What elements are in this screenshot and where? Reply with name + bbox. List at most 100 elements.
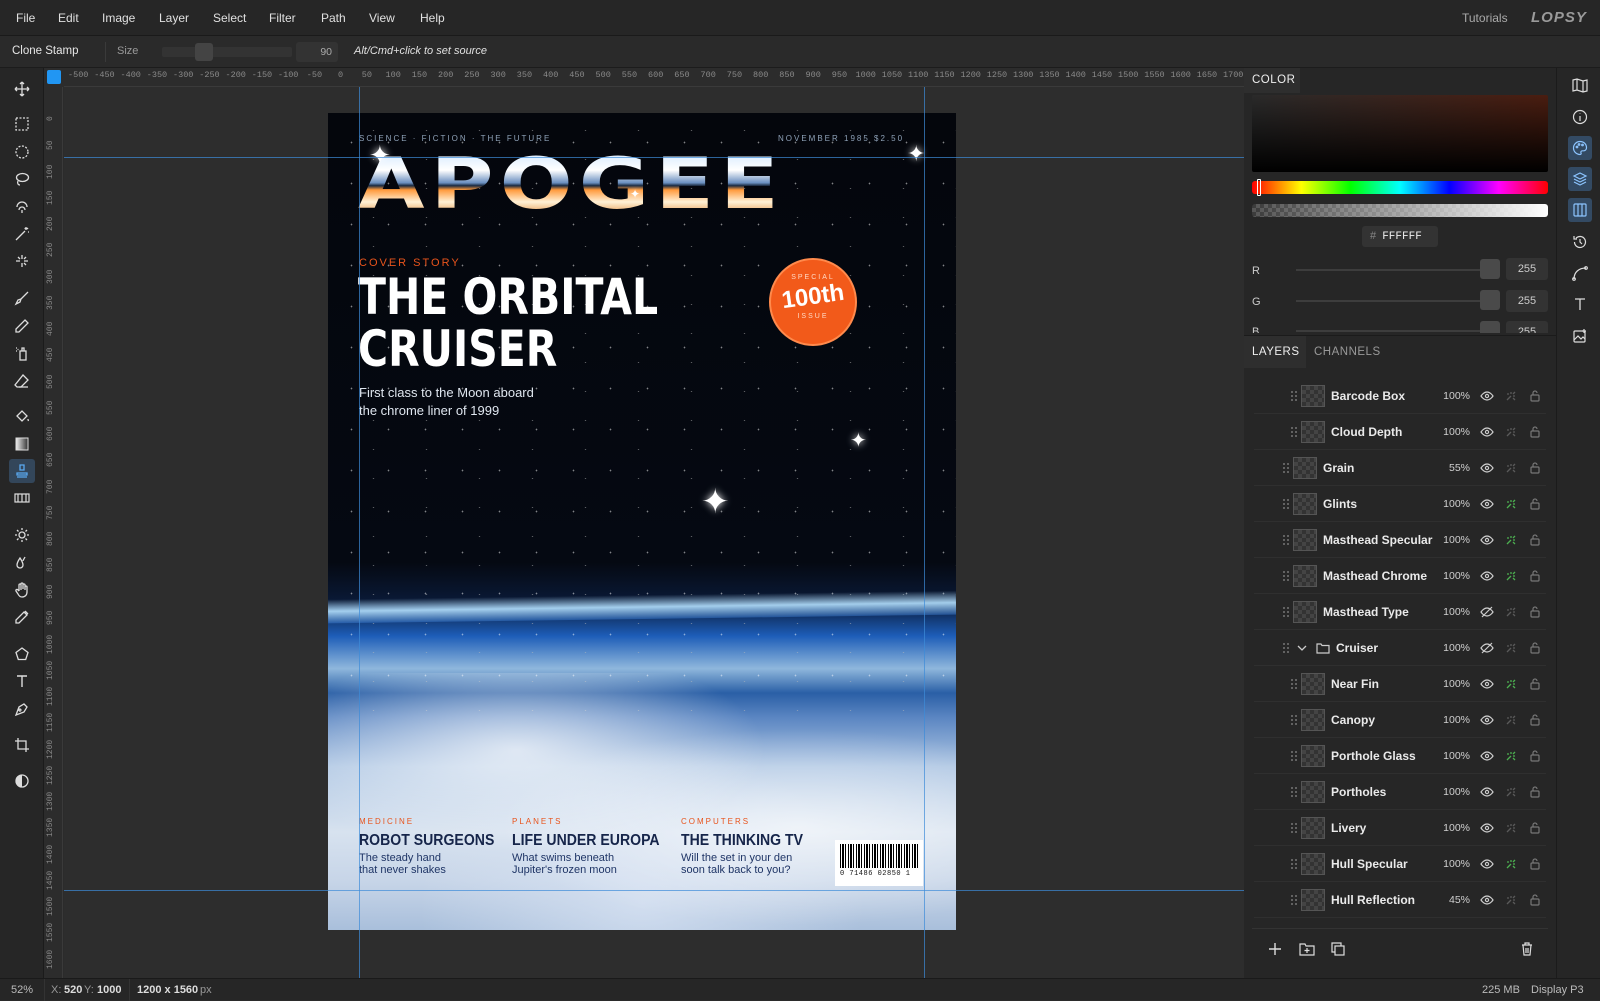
spray-tool[interactable]	[9, 341, 35, 365]
ellipse-select-tool[interactable]	[9, 140, 35, 164]
layer-row[interactable]: Hull Specular 100%	[1254, 846, 1546, 882]
menu-layer[interactable]: Layer	[159, 11, 189, 25]
layer-opacity[interactable]: 100%	[1438, 498, 1470, 510]
layers-panel-button[interactable]	[1568, 167, 1592, 191]
info-panel-button[interactable]	[1568, 105, 1592, 129]
layer-opacity[interactable]: 100%	[1438, 534, 1470, 546]
magic-wand-tool[interactable]	[9, 222, 35, 246]
g-value[interactable]: 255	[1506, 290, 1548, 312]
quick-select-tool[interactable]	[9, 195, 35, 219]
duplicate-layer-button[interactable]	[1331, 942, 1345, 959]
add-layer-button[interactable]	[1268, 942, 1282, 959]
layer-row[interactable]: Barcode Box 100%	[1254, 378, 1546, 414]
drag-handle-icon[interactable]	[1279, 533, 1293, 547]
menu-filter[interactable]: Filter	[269, 11, 296, 25]
hue-slider[interactable]	[1252, 181, 1548, 194]
document-canvas[interactable]: SCIENCE · FICTION · THE FUTURE NOVEMBER …	[328, 113, 956, 930]
b-slider-knob[interactable]	[1480, 321, 1500, 333]
drag-handle-icon[interactable]	[1279, 569, 1293, 583]
channels-panel-button[interactable]	[1568, 198, 1592, 222]
pen-tool[interactable]	[9, 697, 35, 721]
size-value-field[interactable]: 90	[296, 42, 338, 62]
drag-handle-icon[interactable]	[1287, 857, 1301, 871]
drag-handle-icon[interactable]	[1279, 641, 1293, 655]
menu-select[interactable]: Select	[213, 11, 246, 25]
menu-help[interactable]: Help	[420, 11, 445, 25]
tab-layers[interactable]: LAYERS	[1244, 336, 1306, 368]
r-slider[interactable]	[1296, 269, 1488, 271]
eraser-tool[interactable]	[9, 369, 35, 393]
drag-handle-icon[interactable]	[1279, 461, 1293, 475]
layer-opacity[interactable]: 100%	[1438, 822, 1470, 834]
layer-row[interactable]: Porthole Glass 100%	[1254, 738, 1546, 774]
image-adjust-panel-button[interactable]	[1568, 324, 1592, 348]
text-tool[interactable]	[9, 669, 35, 693]
g-slider-knob[interactable]	[1480, 290, 1500, 310]
tutorials-link[interactable]: Tutorials	[1462, 11, 1508, 25]
add-group-button[interactable]	[1299, 942, 1315, 959]
layer-opacity[interactable]: 55%	[1438, 462, 1470, 474]
menu-image[interactable]: Image	[102, 11, 135, 25]
object-select-tool[interactable]	[9, 249, 35, 273]
layer-row[interactable]: Glints 100%	[1254, 486, 1546, 522]
layer-opacity[interactable]: 100%	[1438, 390, 1470, 402]
drag-handle-icon[interactable]	[1287, 389, 1301, 403]
crop-tool[interactable]	[9, 733, 35, 757]
guide-vertical[interactable]	[924, 87, 925, 978]
move-tool[interactable]	[9, 77, 35, 101]
layer-opacity[interactable]: 100%	[1438, 750, 1470, 762]
alpha-slider[interactable]	[1252, 204, 1548, 217]
dodge-tool[interactable]	[9, 523, 35, 547]
guide-horizontal[interactable]	[64, 890, 1244, 891]
layer-row[interactable]: Portholes 100%	[1254, 774, 1546, 810]
tab-channels[interactable]: CHANNELS	[1306, 336, 1386, 368]
layer-opacity[interactable]: 100%	[1438, 570, 1470, 582]
layer-row[interactable]: Hull Reflection 45%	[1254, 882, 1546, 918]
drag-handle-icon[interactable]	[1287, 425, 1301, 439]
lasso-tool[interactable]	[9, 167, 35, 191]
layer-opacity[interactable]: 100%	[1438, 858, 1470, 870]
layer-row[interactable]: Masthead Specular 100%	[1254, 522, 1546, 558]
layer-opacity[interactable]: 100%	[1438, 426, 1470, 438]
b-value[interactable]: 255	[1506, 321, 1548, 333]
eyedropper-tool[interactable]	[9, 605, 35, 629]
size-slider[interactable]	[162, 47, 292, 57]
pattern-stamp-tool[interactable]	[9, 486, 35, 510]
drag-handle-icon[interactable]	[1287, 677, 1301, 691]
layer-opacity[interactable]: 100%	[1438, 678, 1470, 690]
clone-stamp-tool[interactable]	[9, 459, 35, 483]
gradient-tool[interactable]	[9, 432, 35, 456]
tab-color[interactable]: COLOR	[1244, 68, 1300, 93]
shape-tool[interactable]	[9, 642, 35, 666]
drag-handle-icon[interactable]	[1287, 821, 1301, 835]
hue-slider-handle[interactable]	[1257, 179, 1261, 196]
navigator-panel-button[interactable]	[1568, 73, 1592, 97]
layer-row[interactable]: Grain 55%	[1254, 450, 1546, 486]
contrast-tool[interactable]	[9, 769, 35, 793]
size-slider-knob[interactable]	[195, 43, 213, 61]
menu-view[interactable]: View	[369, 11, 395, 25]
layer-row[interactable]: Cloud Depth 100%	[1254, 414, 1546, 450]
layer-row[interactable]: Livery 100%	[1254, 810, 1546, 846]
pencil-tool[interactable]	[9, 314, 35, 338]
drag-handle-icon[interactable]	[1287, 785, 1301, 799]
smudge-tool[interactable]	[9, 578, 35, 602]
foreground-color-swatch[interactable]	[47, 70, 61, 84]
g-slider[interactable]	[1296, 300, 1488, 302]
brush-tool[interactable]	[9, 286, 35, 310]
layer-row[interactable]: Cruiser 100%	[1254, 630, 1546, 666]
b-slider[interactable]	[1296, 330, 1488, 332]
menu-path[interactable]: Path	[321, 11, 346, 25]
color-picker-field[interactable]	[1252, 95, 1548, 172]
layer-opacity[interactable]: 45%	[1438, 894, 1470, 906]
layer-row[interactable]: Near Fin 100%	[1254, 666, 1546, 702]
layer-row[interactable]: Masthead Type 100%	[1254, 594, 1546, 630]
delete-layer-button[interactable]	[1520, 942, 1534, 959]
layer-opacity[interactable]: 100%	[1438, 714, 1470, 726]
drag-handle-icon[interactable]	[1279, 497, 1293, 511]
rect-select-tool[interactable]	[9, 112, 35, 136]
drag-handle-icon[interactable]	[1287, 749, 1301, 763]
color-panel-button[interactable]	[1568, 136, 1592, 160]
layer-opacity[interactable]: 100%	[1438, 606, 1470, 618]
r-value[interactable]: 255	[1506, 258, 1548, 280]
